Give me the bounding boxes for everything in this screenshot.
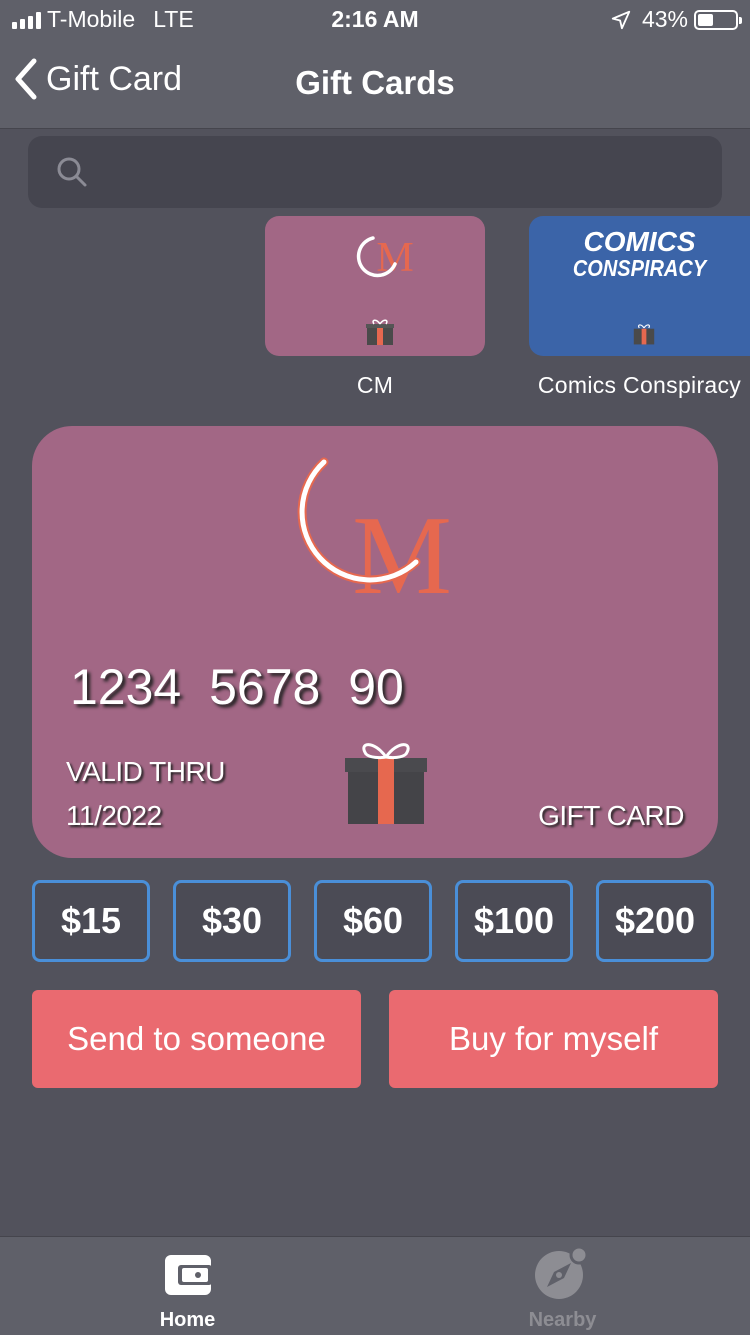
- cm-logo-icon: M: [356, 235, 414, 345]
- tab-nearby-label: Nearby: [528, 1309, 597, 1331]
- back-label: Gift Card: [46, 59, 183, 98]
- compass-icon: [535, 1245, 589, 1299]
- send-to-someone-button[interactable]: Send to someone: [32, 990, 361, 1088]
- tab-nearby[interactable]: Nearby: [375, 1237, 750, 1335]
- wallet-icon: [165, 1255, 212, 1295]
- cm-logo-icon: M: [297, 457, 452, 610]
- navigation-bar: Gift Card Gift Cards: [0, 40, 750, 129]
- back-button[interactable]: Gift Card: [14, 58, 182, 100]
- thumbnail-label-comics-conspiracy: Comics Conspiracy: [537, 372, 742, 398]
- search-bar: [28, 136, 722, 210]
- comics-logo-line2: CONSPIRACY: [572, 256, 707, 282]
- battery-icon: [694, 9, 742, 30]
- location-arrow-icon: [611, 10, 631, 29]
- search-input[interactable]: [98, 136, 702, 210]
- valid-thru-date: 11/2022: [66, 800, 162, 831]
- valid-thru-label: VALID THRU: [66, 756, 225, 787]
- amount-button-15[interactable]: $15: [32, 880, 150, 962]
- thumbnail-label-cm: CM: [356, 372, 394, 398]
- gift-box-icon: [345, 743, 427, 824]
- gift-card-thumbnail-cm[interactable]: M: [265, 216, 485, 356]
- gift-card-preview: M 1234 5678 90 VALID THRU 11/2022 GIFT C…: [32, 426, 718, 858]
- status-right: 43%: [610, 6, 742, 33]
- battery-percent: 43%: [641, 6, 688, 32]
- search-icon: [57, 157, 87, 187]
- gift-icon: [366, 319, 394, 345]
- buy-for-myself-button[interactable]: Buy for myself: [389, 990, 718, 1088]
- amount-button-200[interactable]: $200: [596, 880, 714, 962]
- tab-home[interactable]: Home: [0, 1237, 375, 1335]
- amount-button-30[interactable]: $30: [173, 880, 291, 962]
- chevron-left-icon: [15, 58, 37, 100]
- tab-bar: Home Nearby: [0, 1236, 750, 1335]
- amount-button-60[interactable]: $60: [314, 880, 432, 962]
- svg-text:M: M: [352, 494, 452, 610]
- gift-card-thumbnail-comics-conspiracy[interactable]: COMICS CONSPIRACY: [529, 216, 750, 356]
- card-number: 1234 5678 90: [70, 659, 404, 715]
- tab-home-label: Home: [159, 1309, 216, 1331]
- gift-icon: [633, 324, 655, 345]
- comics-logo-line1: COMICS: [583, 226, 696, 257]
- amount-button-100[interactable]: $100: [455, 880, 573, 962]
- status-bar: T-Mobile LTE 2:16 AM 43%: [0, 0, 750, 40]
- gift-card-label: GIFT CARD: [538, 800, 684, 831]
